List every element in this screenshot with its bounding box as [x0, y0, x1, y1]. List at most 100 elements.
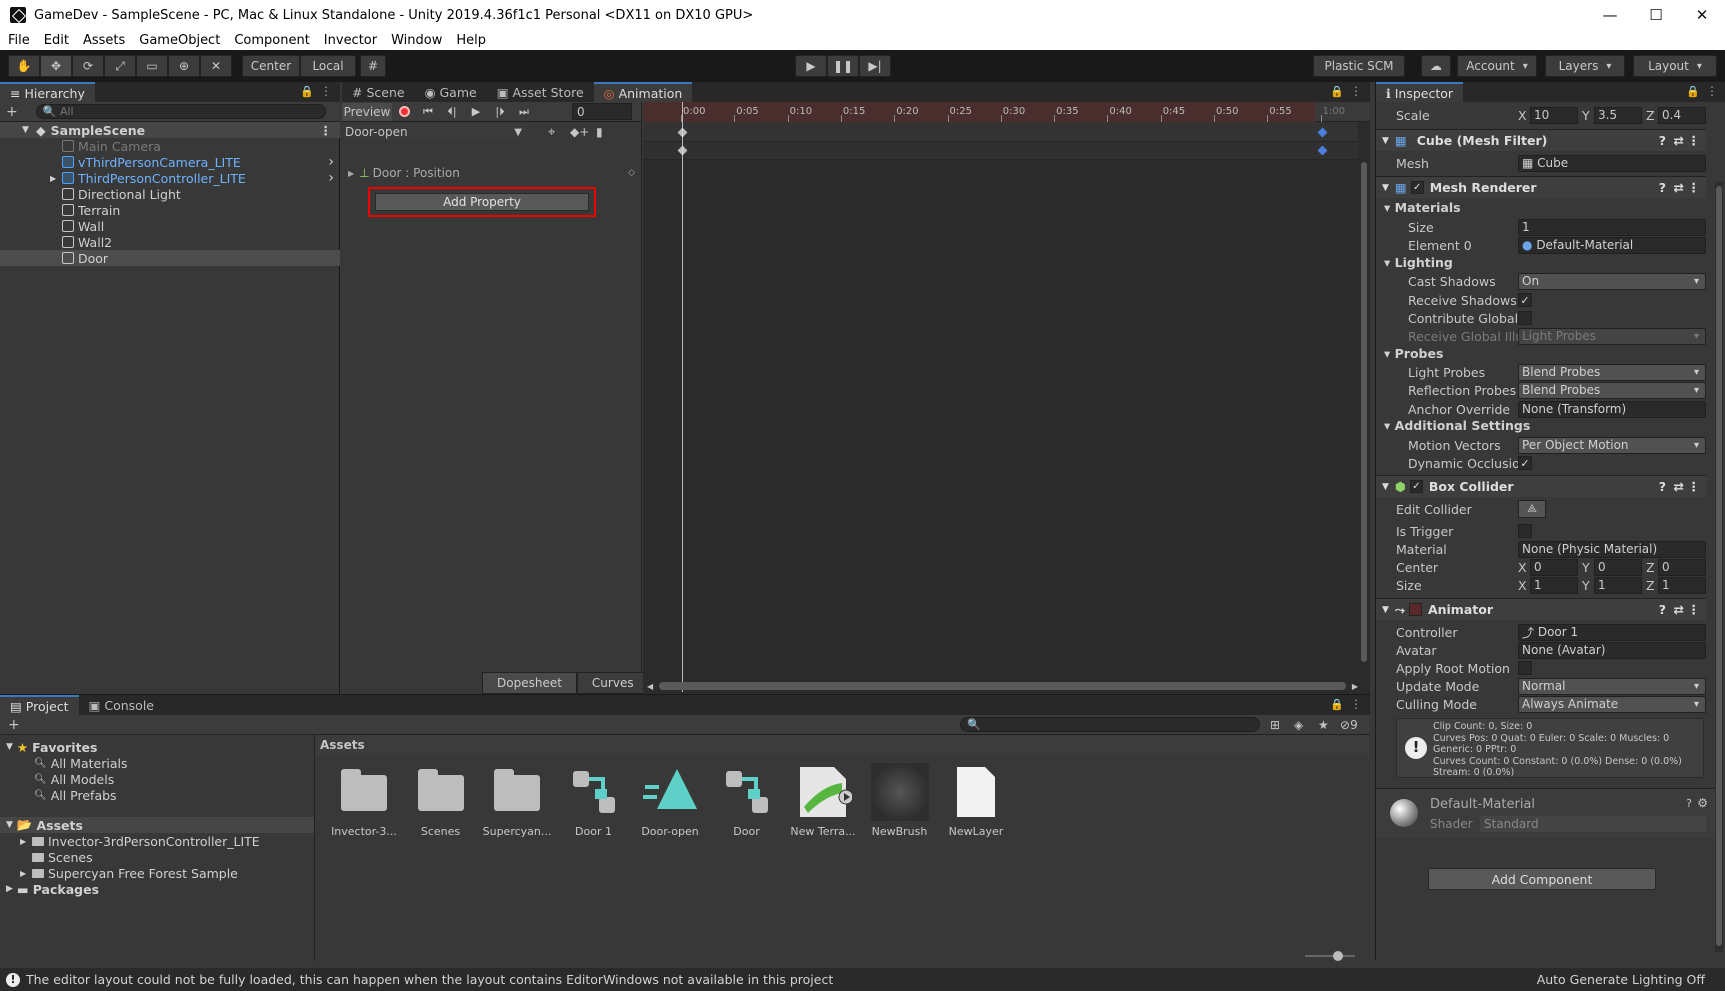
edit-collider-button[interactable]: ⟁ [1518, 500, 1546, 518]
asset-tile[interactable]: NewBrush [864, 763, 936, 838]
prefab-open-icon[interactable]: › [328, 154, 334, 170]
menu-assets[interactable]: Assets [75, 33, 131, 48]
timeline-ruler[interactable]: 0:00 0:05 0:10 0:15 0:20 0:25 0:30 0:35 0:40 0:45… [643, 102, 1370, 122]
key-diamond-icon[interactable]: ◇ [628, 168, 635, 178]
asset-tile[interactable]: Door 1 [558, 763, 630, 838]
favorite-item[interactable]: 🔍︎ All Prefabs [0, 787, 314, 803]
box-collider-header[interactable]: ▼ ⬢ ✓ Box Collider ? ⇄ ⋮ [1376, 475, 1706, 497]
add-property-button[interactable]: Add Property [375, 193, 589, 211]
pivot-local-toggle[interactable]: Local [300, 55, 356, 77]
asset-folder-item[interactable]: ▶ Supercyan Free Forest Sample [0, 865, 314, 881]
materials-size-field[interactable]: 1 [1518, 218, 1706, 236]
help-icon[interactable]: ? [1686, 797, 1692, 810]
preset-icon[interactable]: ⇄ [1674, 133, 1684, 148]
rotate-tool-icon[interactable]: ⟳ [72, 55, 104, 77]
maximize-button[interactable]: ☐ [1633, 0, 1679, 30]
packages-item[interactable]: ▶ ▬ Packages [0, 881, 314, 897]
mesh-field[interactable]: ▦ Cube [1518, 154, 1706, 172]
help-icon[interactable]: ? [1659, 479, 1666, 494]
hand-tool-icon[interactable]: ✋ [8, 55, 40, 77]
size-x-field[interactable]: 1 [1530, 576, 1578, 594]
scene-menu-icon[interactable]: ⋮ [320, 123, 333, 138]
favorite-item[interactable]: 🔍︎ All Models [0, 771, 314, 787]
playhead[interactable] [682, 102, 683, 692]
add-event-icon[interactable]: ▮ [596, 125, 603, 139]
move-tool-icon[interactable]: ✥ [40, 55, 72, 77]
prefab-open-icon[interactable]: › [328, 170, 334, 186]
hierarchy-item[interactable]: Door [0, 250, 340, 266]
next-key-button[interactable]: |⏵ [488, 103, 512, 121]
assets-root-item[interactable]: ▼ 📂 Assets [0, 817, 314, 833]
transform-tool-icon[interactable]: ⊕ [168, 55, 200, 77]
preset-icon[interactable]: ⇄ [1674, 479, 1684, 494]
asset-tile[interactable]: New Terra... [787, 763, 859, 838]
menu-component[interactable]: Component [226, 33, 315, 48]
tab-scene[interactable]: # Scene [342, 82, 415, 102]
scale-y-field[interactable]: 3.5 [1594, 106, 1642, 124]
menu-edit[interactable]: Edit [36, 33, 75, 48]
clip-dropdown[interactable]: Door-open ▼ [344, 123, 526, 141]
dopesheet-tab[interactable]: Dopesheet [482, 672, 577, 694]
expand-arrow-icon[interactable] [20, 853, 32, 862]
tab-inspector[interactable]: ℹ Inspector [1376, 82, 1464, 102]
animator-enabled-checkbox[interactable] [1408, 603, 1422, 616]
preview-toggle[interactable]: Preview [342, 102, 392, 121]
component-menu-icon[interactable]: ⋮ [1688, 479, 1701, 494]
size-y-field[interactable]: 1 [1594, 576, 1642, 594]
menu-invector[interactable]: Invector [316, 33, 383, 48]
reflection-probes-dropdown[interactable]: Blend Probes [1518, 381, 1706, 399]
mesh-filter-header[interactable]: ▼ ▦ Cube (Mesh Filter) ? ⇄ ⋮ [1376, 129, 1706, 151]
collapse-arrow-icon[interactable]: ▼ [1382, 605, 1389, 615]
asset-tile[interactable]: NewLayer [940, 763, 1012, 838]
frame-field[interactable]: 0 [572, 103, 632, 120]
account-dropdown[interactable]: Account [1457, 55, 1537, 77]
asset-folder-item[interactable]: Scenes [0, 849, 314, 865]
tab-console[interactable]: ▣ Console [78, 695, 164, 715]
create-button[interactable]: + [0, 104, 24, 120]
preset-icon[interactable]: ⇄ [1674, 602, 1684, 617]
tab-hierarchy[interactable]: ≡ Hierarchy [0, 82, 95, 102]
collider-material-field[interactable]: None (Physic Material) [1518, 540, 1706, 558]
tab-animation[interactable]: ◎ Animation [593, 82, 693, 102]
shader-dropdown[interactable]: Standard [1480, 816, 1706, 832]
tab-game[interactable]: ◉ Game [414, 82, 487, 102]
keyframe-position-end[interactable] [1317, 145, 1328, 156]
menu-window[interactable]: Window [383, 33, 448, 48]
property-row[interactable]: ▶ ⊥ Door : Position ◇ [342, 164, 641, 182]
lock-icon[interactable]: 🔒 [1330, 85, 1344, 98]
status-message[interactable]: The editor layout could not be fully loa… [26, 972, 833, 987]
pivot-center-toggle[interactable]: Center [242, 55, 300, 77]
step-button[interactable]: ▶| [859, 55, 891, 77]
favorites-item[interactable]: ▼ ★ Favorites [0, 739, 314, 755]
add-keyframe-icon[interactable]: ⌖ [548, 125, 555, 140]
hierarchy-item[interactable]: Terrain [0, 202, 340, 218]
expand-arrow-icon[interactable]: ▼ [22, 125, 29, 135]
collapse-arrow-icon[interactable]: ▼ [1382, 136, 1389, 146]
lighting-foldout[interactable]: ▾ Lighting [1384, 255, 1453, 270]
animator-header[interactable]: ▼ ⤳ Animator ? ⇄ ⋮ [1376, 598, 1706, 620]
box-collider-enabled-checkbox[interactable]: ✓ [1409, 480, 1423, 493]
grid-snap-icon[interactable]: # [360, 55, 386, 77]
culling-mode-dropdown[interactable]: Always Animate [1518, 695, 1706, 713]
help-icon[interactable]: ? [1659, 133, 1666, 148]
favorite-item[interactable]: 🔍︎ All Materials [0, 755, 314, 771]
menu-gameobject[interactable]: GameObject [131, 33, 226, 48]
apply-root-motion-checkbox[interactable] [1518, 661, 1532, 675]
asset-tile[interactable]: Door [711, 763, 783, 838]
pause-button[interactable]: ❚❚ [827, 55, 859, 77]
dynamic-occlusion-checkbox[interactable]: ✓ [1518, 456, 1532, 470]
hierarchy-search-input[interactable]: 🔍 All [35, 104, 326, 119]
hierarchy-item[interactable]: ▶ ThirdPersonController_LITE › [0, 170, 340, 186]
collapse-arrow-icon[interactable]: ▼ [1382, 183, 1389, 193]
light-probes-dropdown[interactable]: Blend Probes [1518, 363, 1706, 381]
probes-foldout[interactable]: ▾ Probes [1384, 346, 1443, 361]
help-icon[interactable]: ? [1659, 180, 1666, 195]
expand-arrow-icon[interactable]: ▶ [348, 169, 354, 178]
is-trigger-checkbox[interactable] [1518, 524, 1532, 538]
kebab-menu-icon[interactable]: ⋮ [1706, 84, 1718, 98]
asset-folder-item[interactable]: ▶ Invector-3rdPersonController_LITE [0, 833, 314, 849]
last-key-button[interactable]: ⏭ [512, 103, 536, 121]
expand-arrow-icon[interactable]: ▶ [50, 174, 56, 183]
asset-tile[interactable]: Door-open [634, 763, 706, 838]
hierarchy-item[interactable]: Main Camera [0, 138, 340, 154]
